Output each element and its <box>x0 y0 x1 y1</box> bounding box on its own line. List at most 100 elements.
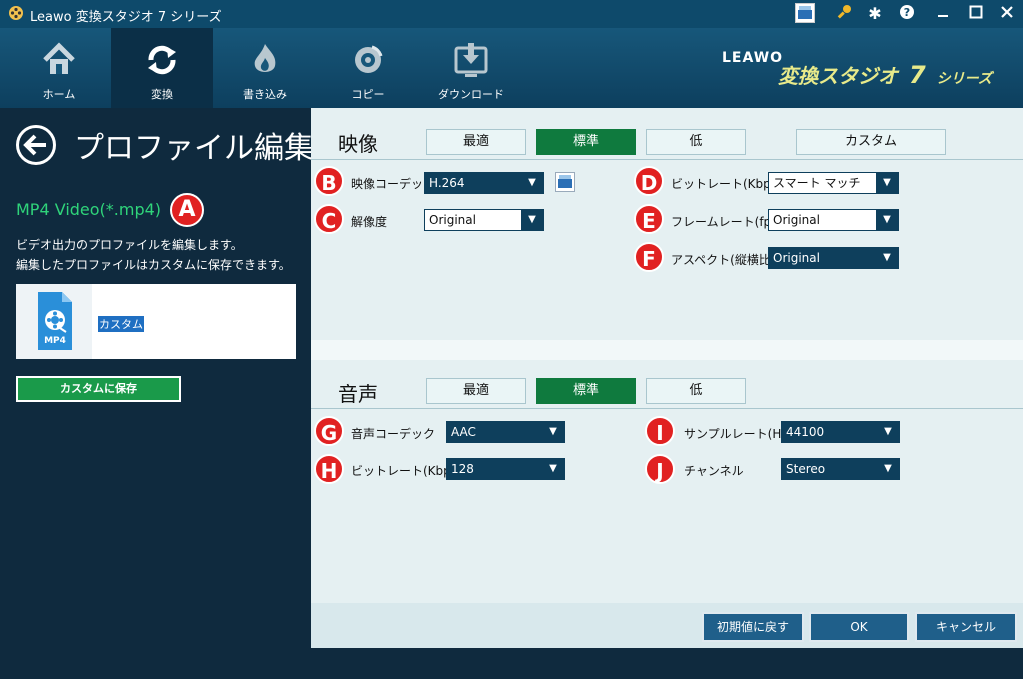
video-bitrate-select[interactable]: スマート マッチ ▼ <box>768 172 899 194</box>
marker-c: C <box>314 204 344 234</box>
video-bitrate-value: スマート マッチ <box>773 176 861 190</box>
audio-codec-select[interactable]: AAC ▼ <box>446 421 565 443</box>
disc-icon <box>355 45 383 73</box>
section-gap <box>311 340 1023 360</box>
status-bar <box>0 648 1023 679</box>
tab-copy[interactable]: コピー <box>317 28 419 108</box>
ok-button[interactable]: OK <box>809 612 909 642</box>
video-bitrate-label: ビットレート(Kbps) <box>671 177 782 191</box>
tab-burn-label: 書き込み <box>243 88 287 101</box>
resolution-select[interactable]: Original ▼ <box>424 209 544 231</box>
product-version: 7 <box>908 61 926 89</box>
frame-rate-label: フレームレート(fps) <box>671 215 783 229</box>
marker-d: D <box>634 166 664 196</box>
reset-defaults-button[interactable]: 初期値に戻す <box>702 612 804 642</box>
card-label[interactable]: カスタム <box>98 316 144 332</box>
product-series: シリーズ <box>936 71 992 87</box>
close-icon[interactable] <box>997 4 1017 24</box>
video-section-title: 映像 <box>338 132 378 156</box>
chevron-down-icon: ▼ <box>876 173 898 193</box>
aspect-label: アスペクト(縦横比) <box>671 253 776 267</box>
chevron-down-icon: ▼ <box>876 210 898 230</box>
audio-bitrate-value: 128 <box>451 462 474 476</box>
product-name: 変換スタジオ <box>778 64 898 88</box>
card-format-tag: MP4 <box>44 336 66 346</box>
resolution-value: Original <box>429 213 476 227</box>
resolution-label: 解像度 <box>351 215 388 229</box>
audio-tier-standard[interactable]: 標準 <box>536 378 636 404</box>
tab-download-label: ダウンロード <box>438 88 504 101</box>
register-icon[interactable] <box>795 3 815 23</box>
leawo-logo: LEAWO <box>722 50 784 66</box>
video-codec-select[interactable]: H.264 ▼ <box>424 172 544 194</box>
tab-download[interactable]: ダウンロード <box>420 28 522 108</box>
audio-bitrate-select[interactable]: 128 ▼ <box>446 458 565 480</box>
marker-e: E <box>634 204 664 234</box>
chevron-down-icon: ▼ <box>521 173 543 193</box>
tab-convert[interactable]: 変換 <box>111 28 213 108</box>
burn-icon <box>254 44 276 72</box>
marker-a: A <box>170 193 204 227</box>
chevron-down-icon: ▼ <box>542 459 564 479</box>
chevron-down-icon: ▼ <box>876 248 898 268</box>
chevron-down-icon: ▼ <box>877 459 899 479</box>
profile-name: MP4 Video(*.mp4) <box>16 200 162 219</box>
marker-j: J <box>645 454 675 484</box>
convert-icon <box>148 45 176 75</box>
marker-i: I <box>645 416 675 446</box>
audio-divider <box>311 408 1023 409</box>
video-tier-standard[interactable]: 標準 <box>536 129 636 155</box>
back-button[interactable] <box>16 125 56 165</box>
video-codec-value: H.264 <box>429 176 465 190</box>
marker-g: G <box>314 416 344 446</box>
channel-select[interactable]: Stereo ▼ <box>781 458 900 480</box>
maximize-icon[interactable] <box>966 4 986 24</box>
nvidia-accel-icon[interactable] <box>555 172 575 192</box>
tab-copy-label: コピー <box>351 88 385 101</box>
settings-gear-icon[interactable]: ✱ <box>865 4 885 24</box>
channel-label: チャンネル <box>684 464 744 478</box>
tab-convert-label: 変換 <box>151 88 173 101</box>
tab-home[interactable]: ホーム <box>8 28 110 108</box>
arrow-left-icon <box>23 134 46 156</box>
description-line-1: ビデオ出力のプロファイルを編集します。 <box>16 238 243 252</box>
mp4-file-icon: MP4 <box>16 284 92 359</box>
aspect-select[interactable]: Original ▼ <box>768 247 899 269</box>
sample-rate-select[interactable]: 44100 ▼ <box>781 421 900 443</box>
chevron-down-icon: ▼ <box>877 422 899 442</box>
key-icon[interactable] <box>835 4 855 24</box>
home-icon <box>43 42 75 74</box>
video-tier-best[interactable]: 最適 <box>426 129 526 155</box>
audio-section-title: 音声 <box>338 382 378 406</box>
audio-tier-best[interactable]: 最適 <box>426 378 526 404</box>
video-tier-low[interactable]: 低 <box>646 129 746 155</box>
video-tier-custom[interactable]: カスタム <box>796 129 946 155</box>
window-title: Leawo 変換スタジオ 7 シリーズ <box>30 10 222 25</box>
title-bar: Leawo 変換スタジオ 7 シリーズ ✱ ? <box>0 0 1023 28</box>
page-title: プロファイル編集 <box>74 131 314 166</box>
help-icon[interactable]: ? <box>897 4 917 24</box>
marker-f: F <box>634 242 664 272</box>
film-reel-icon <box>8 5 24 21</box>
tab-burn[interactable]: 書き込み <box>214 28 316 108</box>
description-line-2: 編集したプロファイルはカスタムに保存できます。 <box>16 258 291 272</box>
chevron-down-icon: ▼ <box>542 422 564 442</box>
product-logo: 変換スタジオ 7 シリーズ <box>778 60 992 89</box>
sample-rate-value: 44100 <box>786 425 825 439</box>
save-custom-button[interactable]: カスタムに保存 <box>16 376 181 402</box>
svg-text:?: ? <box>904 6 910 19</box>
audio-codec-value: AAC <box>451 425 476 439</box>
channel-value: Stereo <box>786 462 826 476</box>
frame-rate-value: Original <box>773 213 820 227</box>
sample-rate-label: サンプルレート(Hz) <box>684 427 793 441</box>
aspect-value: Original <box>773 251 820 265</box>
cancel-button[interactable]: キャンセル <box>915 612 1017 642</box>
audio-codec-label: 音声コーデック <box>351 427 436 441</box>
audio-tier-low[interactable]: 低 <box>646 378 746 404</box>
video-divider <box>311 159 1023 160</box>
frame-rate-select[interactable]: Original ▼ <box>768 209 899 231</box>
video-codec-label: 映像コーデック <box>351 177 436 191</box>
minimize-icon[interactable] <box>933 4 953 24</box>
download-icon <box>454 43 488 77</box>
marker-h: H <box>314 454 344 484</box>
